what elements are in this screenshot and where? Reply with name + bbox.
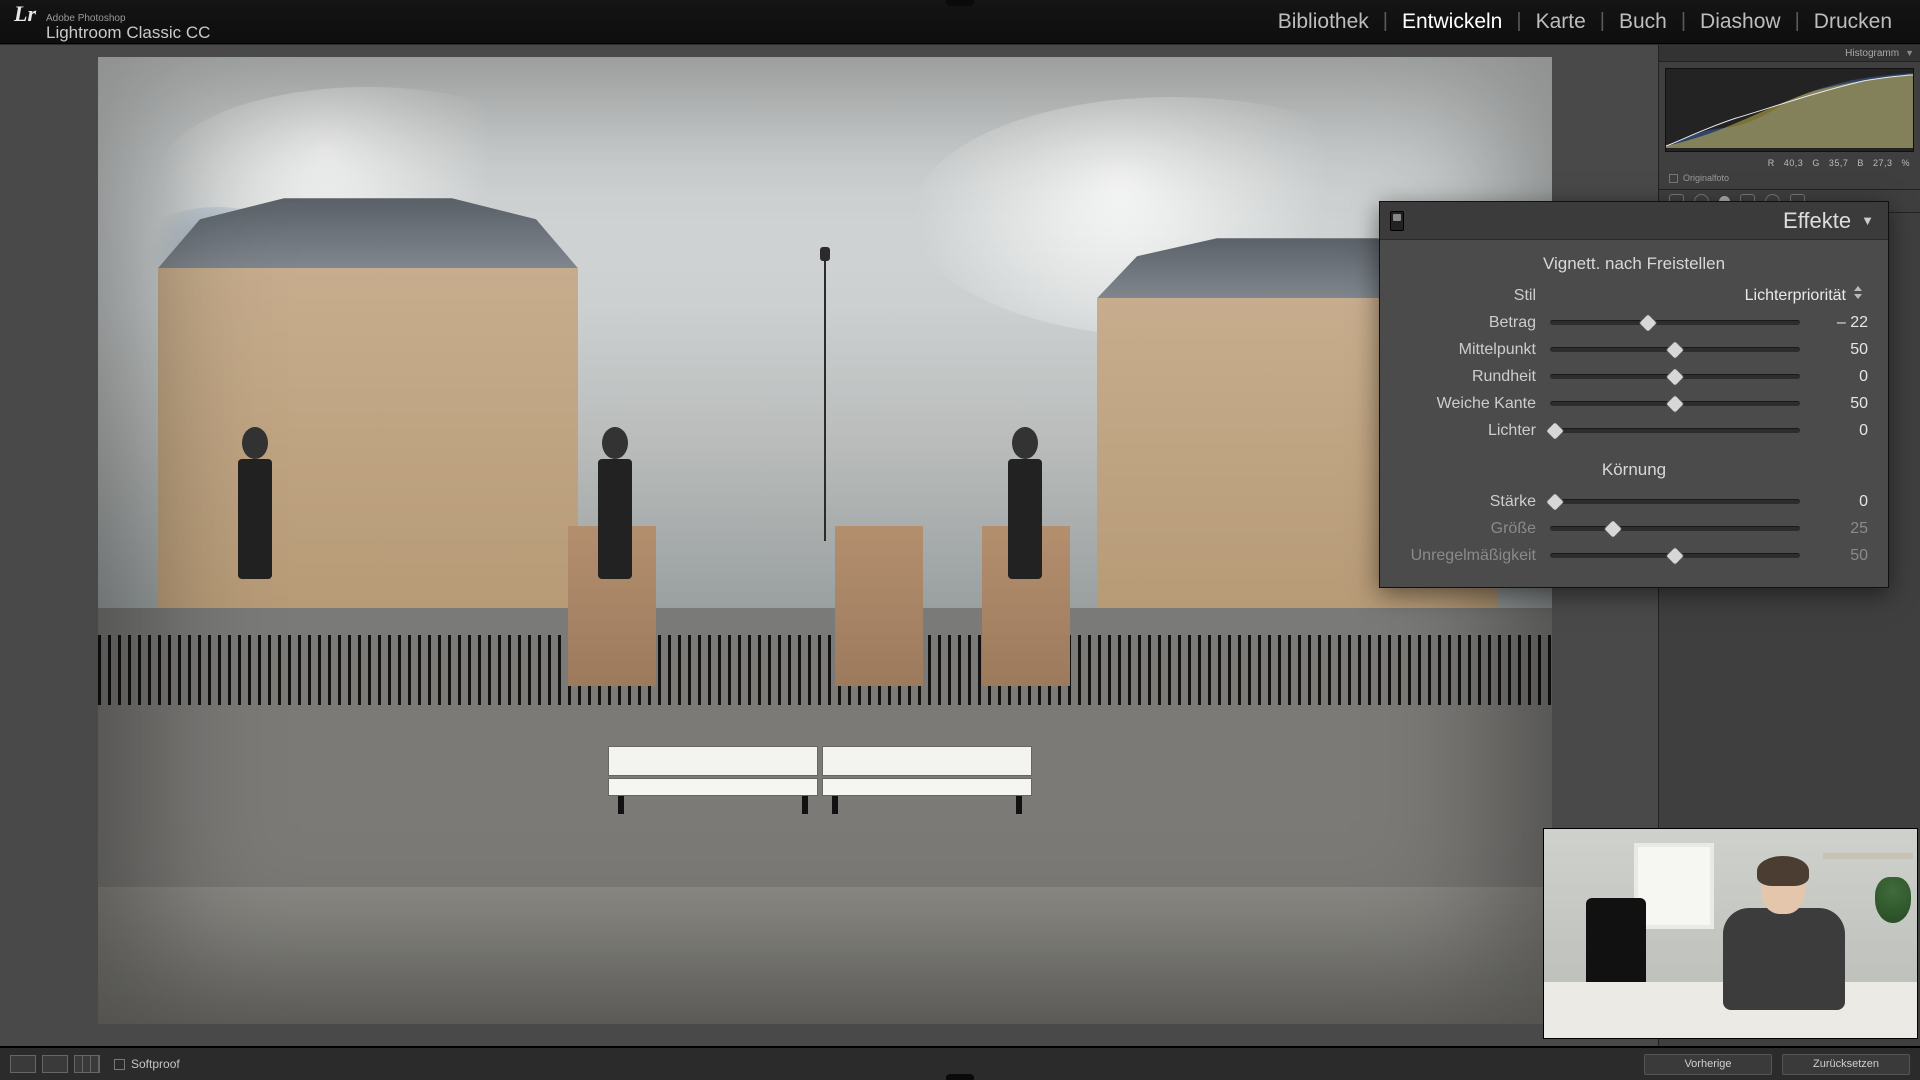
module-print[interactable]: Drucken — [1800, 10, 1906, 34]
vignette-slider-label: Betrag — [1400, 314, 1536, 332]
effects-panel-header[interactable]: Effekte ▼ — [1380, 202, 1888, 240]
before-after-view-icon[interactable] — [42, 1055, 68, 1073]
grain-section-title: Körnung — [1400, 454, 1868, 488]
histogram[interactable] — [1665, 68, 1914, 152]
histogram-header[interactable]: Histogramm ▼ — [1659, 45, 1920, 62]
grain-slider-label: Unregelmäßigkeit — [1400, 547, 1536, 565]
module-picker: Bibliothek | Entwickeln | Karte | Buch |… — [1264, 10, 1906, 34]
app-logo: Lr — [14, 1, 36, 27]
grain-slider-label: Größe — [1400, 520, 1536, 538]
reset-button[interactable]: Zurücksetzen — [1782, 1054, 1910, 1075]
filmstrip-handle[interactable] — [946, 1074, 974, 1080]
view-mode-switcher — [10, 1055, 100, 1073]
vignette-slider-row: Lichter 0 — [1400, 417, 1868, 444]
vignette-slider-row: Weiche Kante 50 — [1400, 390, 1868, 417]
vignette-slider-thumb[interactable] — [1665, 394, 1685, 414]
checkbox-icon — [114, 1059, 125, 1070]
webcam-overlay — [1543, 828, 1918, 1039]
vignette-slider-thumb[interactable] — [1638, 313, 1658, 333]
previous-button[interactable]: Vorherige — [1644, 1054, 1772, 1075]
vignette-slider-row: Rundheit 0 — [1400, 363, 1868, 390]
grain-slider-label: Stärke — [1400, 493, 1536, 511]
vignette-slider-thumb[interactable] — [1665, 367, 1685, 387]
grain-slider-value[interactable]: 25 — [1814, 520, 1868, 538]
module-library[interactable]: Bibliothek — [1264, 10, 1383, 34]
effects-panel: Effekte ▼ Vignett. nach Freistellen Stil… — [1379, 201, 1889, 588]
collapse-icon: ▼ — [1861, 213, 1874, 228]
grain-slider-track[interactable] — [1550, 499, 1800, 504]
module-develop[interactable]: Entwickeln — [1388, 10, 1516, 34]
grain-slider-thumb[interactable] — [1545, 492, 1565, 512]
original-photo-label: Originalfoto — [1683, 173, 1729, 183]
vignette-slider-thumb[interactable] — [1545, 421, 1565, 441]
vignette-section-title: Vignett. nach Freistellen — [1400, 248, 1868, 282]
vignette-slider-track[interactable] — [1550, 320, 1800, 325]
histogram-readout: R 40,3 G 35,7 B 27,3 % — [1659, 158, 1920, 171]
vignette-slider-value[interactable]: 0 — [1814, 422, 1868, 440]
vignette-slider-value[interactable]: 0 — [1814, 368, 1868, 386]
vignette-slider-label: Weiche Kante — [1400, 395, 1536, 413]
panel-toggle-switch[interactable] — [1390, 211, 1404, 231]
grain-slider-row: Stärke 0 — [1400, 488, 1868, 515]
vignette-slider-label: Mittelpunkt — [1400, 341, 1536, 359]
grain-slider-track[interactable] — [1550, 526, 1800, 531]
vignette-slider-row: Mittelpunkt 50 — [1400, 336, 1868, 363]
title-bar: Lr Adobe Photoshop Lightroom Classic CC … — [0, 0, 1920, 44]
original-photo-toggle[interactable]: Originalfoto — [1659, 171, 1920, 189]
vignette-slider-track[interactable] — [1550, 374, 1800, 379]
vignette-slider-value[interactable]: 50 — [1814, 395, 1868, 413]
collapse-icon: ▼ — [1905, 48, 1914, 58]
top-panel-handle[interactable] — [946, 0, 974, 6]
grain-slider-thumb[interactable] — [1665, 546, 1685, 566]
grain-slider-track[interactable] — [1550, 553, 1800, 558]
brand-product: Lightroom Classic CC — [46, 23, 210, 42]
vignette-slider-value[interactable]: – 22 — [1814, 314, 1868, 332]
grain-slider-row: Größe 25 — [1400, 515, 1868, 542]
vignette-slider-track[interactable] — [1550, 347, 1800, 352]
vignette-style-value[interactable]: Lichterpriorität — [1546, 287, 1868, 305]
effects-panel-title: Effekte — [1783, 208, 1851, 234]
grain-slider-value[interactable]: 0 — [1814, 493, 1868, 511]
vignette-slider-track[interactable] — [1550, 401, 1800, 406]
grain-slider-row: Unregelmäßigkeit 50 — [1400, 542, 1868, 569]
grain-slider-value[interactable]: 50 — [1814, 547, 1868, 565]
vignette-slider-thumb[interactable] — [1665, 340, 1685, 360]
vignette-style-label: Stil — [1400, 287, 1536, 305]
loupe-view-icon[interactable] — [10, 1055, 36, 1073]
vignette-style-row[interactable]: Stil Lichterpriorität — [1400, 282, 1868, 309]
vignette-slider-value[interactable]: 50 — [1814, 341, 1868, 359]
vignette-slider-track[interactable] — [1550, 428, 1800, 433]
brand: Lr Adobe Photoshop Lightroom Classic CC — [14, 1, 210, 43]
grain-slider-thumb[interactable] — [1603, 519, 1623, 539]
vignette-slider-label: Rundheit — [1400, 368, 1536, 386]
softproof-label: Softproof — [131, 1057, 180, 1071]
vignette-slider-label: Lichter — [1400, 422, 1536, 440]
module-book[interactable]: Buch — [1605, 10, 1681, 34]
vignette-slider-row: Betrag – 22 — [1400, 309, 1868, 336]
module-slideshow[interactable]: Diashow — [1686, 10, 1795, 34]
softproof-toggle[interactable]: Softproof — [114, 1057, 180, 1071]
module-map[interactable]: Karte — [1522, 10, 1600, 34]
photo-preview[interactable] — [98, 57, 1552, 1024]
checkbox-icon — [1669, 174, 1678, 183]
histogram-title: Histogramm — [1845, 48, 1899, 59]
compare-view-icon[interactable] — [74, 1055, 100, 1073]
